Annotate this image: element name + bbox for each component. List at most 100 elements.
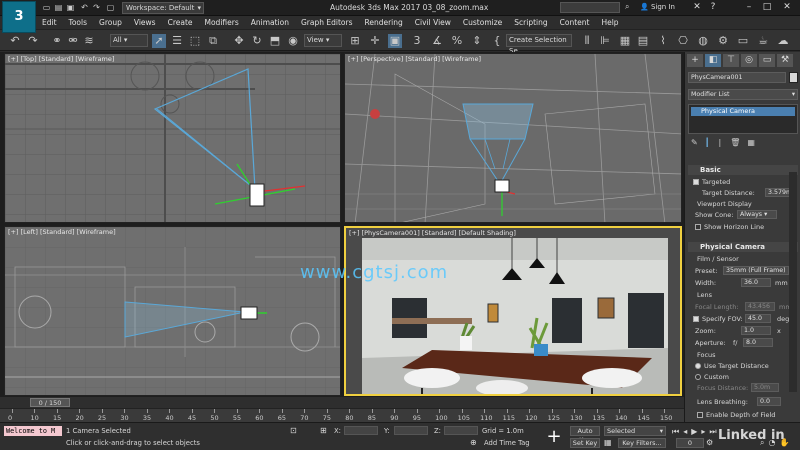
viewport-left[interactable]: [+] [Left] [Standard] [Wireframe] <box>4 226 341 396</box>
menu-tools[interactable]: Tools <box>63 18 93 27</box>
go-to-start-icon[interactable]: ⏮ <box>672 427 679 437</box>
project-folder-icon[interactable]: ▢ <box>106 3 115 12</box>
maximize-button[interactable]: □ <box>760 2 774 13</box>
viewport-label-left[interactable]: [+] [Left] [Standard] [Wireframe] <box>8 228 116 236</box>
search-icon[interactable]: ⌕ <box>625 2 629 12</box>
motion-tab-icon[interactable]: ◎ <box>741 54 757 67</box>
menu-modifiers[interactable]: Modifiers <box>199 18 245 27</box>
object-name-field[interactable]: PhysCamera001 <box>688 72 786 83</box>
viewport-perspective[interactable]: [+] [Perspective] [Standard] [Wireframe] <box>344 53 682 223</box>
unlink-icon[interactable]: ⚮ <box>66 34 80 48</box>
align-icon[interactable]: ⊫ <box>598 34 612 48</box>
hierarchy-tab-icon[interactable]: ⊤ <box>723 54 739 67</box>
redo-icon[interactable]: ↷ <box>92 3 101 12</box>
mirror-icon[interactable]: ⫴ <box>580 34 594 48</box>
pin-stack-icon[interactable]: ✎ <box>691 138 698 147</box>
pivot-icon[interactable]: ⊞ <box>348 34 362 48</box>
utilities-tab-icon[interactable]: ⚒ <box>777 54 793 67</box>
time-slider-thumb[interactable]: 0 / 150 <box>30 398 70 407</box>
modifier-list-dropdown[interactable]: Modifier List ▾ <box>688 89 798 100</box>
menu-edit[interactable]: Edit <box>36 18 63 27</box>
select-manipulate-icon[interactable]: ✛ <box>368 34 382 48</box>
rotate-icon[interactable]: ↻ <box>250 34 264 48</box>
time-slider[interactable]: 0 / 150 <box>0 397 684 408</box>
width-field[interactable]: 36.0 <box>741 278 771 287</box>
help-icon[interactable]: ? <box>706 2 720 13</box>
render-cloud-icon[interactable]: ☁ <box>776 34 790 48</box>
move-icon[interactable]: ✥ <box>232 34 246 48</box>
z-coordinate-field[interactable] <box>444 426 478 435</box>
aperture-field[interactable]: 8.0 <box>743 338 773 347</box>
new-file-icon[interactable]: ▭ <box>42 3 51 12</box>
scene-explorer-icon[interactable]: ▦ <box>618 34 632 48</box>
command-panel-scrollbar[interactable] <box>789 172 797 392</box>
keyboard-shortcut-override-icon[interactable]: ▣ <box>388 34 402 48</box>
schematic-view-icon[interactable]: ⎔ <box>676 34 690 48</box>
viewport-camera[interactable]: [+] [PhysCamera001] [Standard] [Default … <box>344 226 682 396</box>
menu-graph-editors[interactable]: Graph Editors <box>295 18 359 27</box>
key-mode-dropdown[interactable]: Selected ▾ <box>604 426 666 436</box>
display-tab-icon[interactable]: ▭ <box>759 54 775 67</box>
auto-key-button[interactable]: Auto Key <box>570 426 600 444</box>
spinner-snap-icon[interactable]: ⇕ <box>470 34 484 48</box>
create-tab-icon[interactable]: + <box>687 54 703 67</box>
previous-frame-icon[interactable]: ◂ <box>683 427 687 437</box>
redo-icon[interactable]: ↷ <box>26 34 40 48</box>
undo-icon[interactable]: ↶ <box>8 34 22 48</box>
current-frame-field[interactable]: 0 <box>676 438 704 448</box>
modifier-stack-item[interactable]: Physical Camera <box>691 107 795 116</box>
viewport-label-perspective[interactable]: [+] [Perspective] [Standard] [Wireframe] <box>348 55 481 63</box>
menu-civil-view[interactable]: Civil View <box>409 18 457 27</box>
material-editor-icon[interactable]: ◍ <box>696 34 710 48</box>
key-filters-button[interactable]: Key Filters... <box>618 438 666 448</box>
modify-tab-icon[interactable]: ◧ <box>705 54 721 67</box>
key-tangents-icon[interactable]: ▦ <box>604 438 612 447</box>
configure-sets-icon[interactable]: ▦ <box>747 138 755 147</box>
custom-focus-radio[interactable] <box>695 374 701 380</box>
physical-camera-rollout-header[interactable]: Physical Camera <box>688 242 798 252</box>
basic-rollout-header[interactable]: Basic <box>688 165 798 175</box>
viewport-label-camera[interactable]: [+] [PhysCamera001] [Standard] [Default … <box>349 229 516 237</box>
open-file-icon[interactable]: ▤ <box>54 3 63 12</box>
focus-distance-field[interactable]: 5.0m <box>751 383 779 392</box>
zoom-field[interactable]: 1.0 <box>741 326 771 335</box>
app-logo-button[interactable]: 3 <box>2 1 36 33</box>
set-key-icon[interactable]: + <box>544 427 564 447</box>
layer-explorer-icon[interactable]: ▤ <box>636 34 650 48</box>
next-frame-icon[interactable]: ▸ <box>701 427 705 437</box>
close-button[interactable]: ✕ <box>780 2 794 13</box>
sign-in-link[interactable]: 👤 Sign In <box>640 3 675 11</box>
time-configuration-icon[interactable]: ⚙ <box>706 438 713 447</box>
snaps-toggle-icon[interactable]: 3 <box>410 34 424 48</box>
focal-length-field[interactable]: 43.456 <box>745 302 775 311</box>
menu-help[interactable]: Help <box>595 18 624 27</box>
absolute-mode-icon[interactable]: ⊞ <box>320 426 327 435</box>
viewport-label-top[interactable]: [+] [Top] [Standard] [Wireframe] <box>8 55 114 63</box>
link-icon[interactable]: ⚭ <box>50 34 64 48</box>
add-time-tag-button[interactable]: Add Time Tag <box>484 439 530 447</box>
preset-dropdown[interactable]: 35mm (Full Frame) <box>723 266 789 275</box>
menu-group[interactable]: Group <box>93 18 128 27</box>
targeted-checkbox[interactable] <box>693 179 699 185</box>
show-cone-dropdown[interactable]: Always ▾ <box>737 210 777 219</box>
curve-editor-icon[interactable]: ⌇ <box>656 34 670 48</box>
set-key-button[interactable]: Set Key <box>570 438 600 448</box>
render-production-icon[interactable]: ☕ <box>756 34 770 48</box>
isolate-selection-icon[interactable]: ⊡ <box>290 426 297 435</box>
edit-named-selection-icon[interactable]: { <box>490 34 504 48</box>
minimize-button[interactable]: – <box>742 2 756 13</box>
remove-modifier-icon[interactable]: 🗑 <box>730 138 740 147</box>
menu-create[interactable]: Create <box>162 18 199 27</box>
rectangular-selection-icon[interactable]: ⬚ <box>188 34 202 48</box>
window-crossing-icon[interactable]: ⧉ <box>206 34 220 48</box>
fov-field[interactable]: 45.0 <box>745 314 771 323</box>
viewport-top[interactable]: [+] [Top] [Standard] [Wireframe] <box>4 53 341 223</box>
object-color-swatch[interactable] <box>789 72 798 83</box>
named-selection-dropdown[interactable]: Create Selection Se <box>506 34 572 55</box>
select-object-icon[interactable]: ➚ <box>152 34 166 48</box>
show-horizon-checkbox[interactable] <box>695 224 701 230</box>
menu-animation[interactable]: Animation <box>245 18 295 27</box>
angle-snap-icon[interactable]: ∡ <box>430 34 444 48</box>
go-to-end-icon[interactable]: ⏭ <box>709 427 716 437</box>
track-bar[interactable]: 0 10 15 20 25 30 35 40 45 50 55 60 65 70 75 80 85 90 95 100… <box>0 408 684 422</box>
